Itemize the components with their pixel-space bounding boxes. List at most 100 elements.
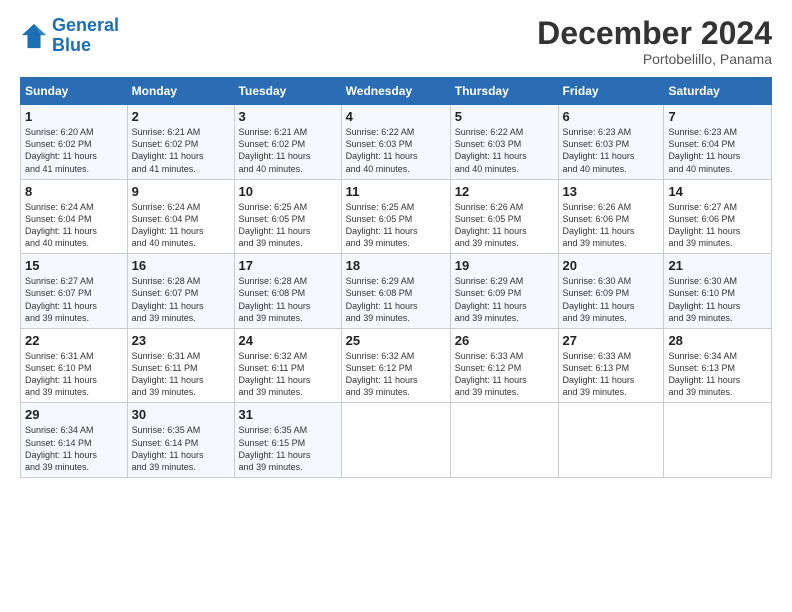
day-info: Sunrise: 6:32 AM Sunset: 6:12 PM Dayligh… bbox=[346, 350, 446, 399]
calendar-cell: 20 Sunrise: 6:30 AM Sunset: 6:09 PM Dayli… bbox=[558, 254, 664, 329]
week-row-5: 29 Sunrise: 6:34 AM Sunset: 6:14 PM Dayli… bbox=[21, 403, 772, 478]
day-info: Sunrise: 6:27 AM Sunset: 6:07 PM Dayligh… bbox=[25, 275, 123, 324]
day-info: Sunrise: 6:34 AM Sunset: 6:13 PM Dayligh… bbox=[668, 350, 767, 399]
calendar-cell: 25 Sunrise: 6:32 AM Sunset: 6:12 PM Dayli… bbox=[341, 328, 450, 403]
day-number: 3 bbox=[239, 109, 337, 124]
day-number: 30 bbox=[132, 407, 230, 422]
day-number: 25 bbox=[346, 333, 446, 348]
calendar-cell: 19 Sunrise: 6:29 AM Sunset: 6:09 PM Dayli… bbox=[450, 254, 558, 329]
calendar-cell: 29 Sunrise: 6:34 AM Sunset: 6:14 PM Dayli… bbox=[21, 403, 128, 478]
location: Portobelillo, Panama bbox=[537, 51, 772, 67]
calendar-cell: 4 Sunrise: 6:22 AM Sunset: 6:03 PM Daylig… bbox=[341, 105, 450, 180]
day-number: 10 bbox=[239, 184, 337, 199]
day-info: Sunrise: 6:29 AM Sunset: 6:08 PM Dayligh… bbox=[346, 275, 446, 324]
day-number: 6 bbox=[563, 109, 660, 124]
logo: General Blue bbox=[20, 16, 119, 56]
day-info: Sunrise: 6:22 AM Sunset: 6:03 PM Dayligh… bbox=[346, 126, 446, 175]
week-row-1: 1 Sunrise: 6:20 AM Sunset: 6:02 PM Daylig… bbox=[21, 105, 772, 180]
calendar-cell: 16 Sunrise: 6:28 AM Sunset: 6:07 PM Dayli… bbox=[127, 254, 234, 329]
day-number: 15 bbox=[25, 258, 123, 273]
calendar-cell bbox=[341, 403, 450, 478]
calendar-table: SundayMondayTuesdayWednesdayThursdayFrid… bbox=[20, 77, 772, 478]
month-title: December 2024 bbox=[537, 16, 772, 51]
calendar-cell bbox=[664, 403, 772, 478]
calendar-cell: 31Sunrise: 6:35 AM Sunset: 6:15 PM Dayli… bbox=[234, 403, 341, 478]
day-number: 13 bbox=[563, 184, 660, 199]
title-block: December 2024 Portobelillo, Panama bbox=[537, 16, 772, 67]
day-number: 4 bbox=[346, 109, 446, 124]
day-number: 7 bbox=[668, 109, 767, 124]
calendar-page: General Blue December 2024 Portobelillo,… bbox=[0, 0, 792, 612]
day-info: Sunrise: 6:24 AM Sunset: 6:04 PM Dayligh… bbox=[132, 201, 230, 250]
calendar-cell: 10 Sunrise: 6:25 AM Sunset: 6:05 PM Dayli… bbox=[234, 179, 341, 254]
calendar-cell: 15 Sunrise: 6:27 AM Sunset: 6:07 PM Dayli… bbox=[21, 254, 128, 329]
week-row-3: 15 Sunrise: 6:27 AM Sunset: 6:07 PM Dayli… bbox=[21, 254, 772, 329]
logo-text: General Blue bbox=[52, 16, 119, 56]
calendar-cell: 6 Sunrise: 6:23 AM Sunset: 6:03 PM Daylig… bbox=[558, 105, 664, 180]
day-info: Sunrise: 6:27 AM Sunset: 6:06 PM Dayligh… bbox=[668, 201, 767, 250]
day-number: 19 bbox=[455, 258, 554, 273]
day-number: 18 bbox=[346, 258, 446, 273]
calendar-cell: 2 Sunrise: 6:21 AM Sunset: 6:02 PM Daylig… bbox=[127, 105, 234, 180]
day-number: 29 bbox=[25, 407, 123, 422]
calendar-cell: 22 Sunrise: 6:31 AM Sunset: 6:10 PM Dayli… bbox=[21, 328, 128, 403]
calendar-cell: 14 Sunrise: 6:27 AM Sunset: 6:06 PM Dayli… bbox=[664, 179, 772, 254]
day-number: 1 bbox=[25, 109, 123, 124]
day-info: Sunrise: 6:20 AM Sunset: 6:02 PM Dayligh… bbox=[25, 126, 123, 175]
calendar-cell: 24Sunrise: 6:32 AM Sunset: 6:11 PM Dayli… bbox=[234, 328, 341, 403]
day-info: Sunrise: 6:28 AM Sunset: 6:08 PM Dayligh… bbox=[239, 275, 337, 324]
day-number: 2 bbox=[132, 109, 230, 124]
day-number: 21 bbox=[668, 258, 767, 273]
day-info: Sunrise: 6:21 AM Sunset: 6:02 PM Dayligh… bbox=[132, 126, 230, 175]
day-info: Sunrise: 6:24 AM Sunset: 6:04 PM Dayligh… bbox=[25, 201, 123, 250]
day-info: Sunrise: 6:25 AM Sunset: 6:05 PM Dayligh… bbox=[239, 201, 337, 250]
day-info: Sunrise: 6:21 AM Sunset: 6:02 PM Dayligh… bbox=[239, 126, 337, 175]
day-info: Sunrise: 6:29 AM Sunset: 6:09 PM Dayligh… bbox=[455, 275, 554, 324]
day-number: 20 bbox=[563, 258, 660, 273]
calendar-cell: 17Sunrise: 6:28 AM Sunset: 6:08 PM Dayli… bbox=[234, 254, 341, 329]
day-number: 16 bbox=[132, 258, 230, 273]
day-info: Sunrise: 6:33 AM Sunset: 6:12 PM Dayligh… bbox=[455, 350, 554, 399]
col-header-thursday: Thursday bbox=[450, 78, 558, 105]
calendar-cell: 18 Sunrise: 6:29 AM Sunset: 6:08 PM Dayli… bbox=[341, 254, 450, 329]
day-info: Sunrise: 6:22 AM Sunset: 6:03 PM Dayligh… bbox=[455, 126, 554, 175]
calendar-cell: 21Sunrise: 6:30 AM Sunset: 6:10 PM Dayli… bbox=[664, 254, 772, 329]
calendar-cell: 7 Sunrise: 6:23 AM Sunset: 6:04 PM Daylig… bbox=[664, 105, 772, 180]
col-header-monday: Monday bbox=[127, 78, 234, 105]
day-info: Sunrise: 6:26 AM Sunset: 6:05 PM Dayligh… bbox=[455, 201, 554, 250]
calendar-cell: 26Sunrise: 6:33 AM Sunset: 6:12 PM Dayli… bbox=[450, 328, 558, 403]
day-info: Sunrise: 6:25 AM Sunset: 6:05 PM Dayligh… bbox=[346, 201, 446, 250]
calendar-cell: 9Sunrise: 6:24 AM Sunset: 6:04 PM Daylig… bbox=[127, 179, 234, 254]
day-number: 23 bbox=[132, 333, 230, 348]
week-row-4: 22 Sunrise: 6:31 AM Sunset: 6:10 PM Dayli… bbox=[21, 328, 772, 403]
calendar-cell: 30 Sunrise: 6:35 AM Sunset: 6:14 PM Dayli… bbox=[127, 403, 234, 478]
day-number: 22 bbox=[25, 333, 123, 348]
calendar-cell: 3 Sunrise: 6:21 AM Sunset: 6:02 PM Daylig… bbox=[234, 105, 341, 180]
col-header-wednesday: Wednesday bbox=[341, 78, 450, 105]
day-number: 14 bbox=[668, 184, 767, 199]
calendar-cell: 8 Sunrise: 6:24 AM Sunset: 6:04 PM Daylig… bbox=[21, 179, 128, 254]
day-info: Sunrise: 6:31 AM Sunset: 6:11 PM Dayligh… bbox=[132, 350, 230, 399]
day-info: Sunrise: 6:30 AM Sunset: 6:09 PM Dayligh… bbox=[563, 275, 660, 324]
calendar-cell: 11Sunrise: 6:25 AM Sunset: 6:05 PM Dayli… bbox=[341, 179, 450, 254]
calendar-cell: 27Sunrise: 6:33 AM Sunset: 6:13 PM Dayli… bbox=[558, 328, 664, 403]
col-header-saturday: Saturday bbox=[664, 78, 772, 105]
calendar-cell: 1 Sunrise: 6:20 AM Sunset: 6:02 PM Daylig… bbox=[21, 105, 128, 180]
day-info: Sunrise: 6:35 AM Sunset: 6:15 PM Dayligh… bbox=[239, 424, 337, 473]
header-row: SundayMondayTuesdayWednesdayThursdayFrid… bbox=[21, 78, 772, 105]
calendar-cell: 5Sunrise: 6:22 AM Sunset: 6:03 PM Daylig… bbox=[450, 105, 558, 180]
day-info: Sunrise: 6:31 AM Sunset: 6:10 PM Dayligh… bbox=[25, 350, 123, 399]
day-number: 24 bbox=[239, 333, 337, 348]
day-info: Sunrise: 6:35 AM Sunset: 6:14 PM Dayligh… bbox=[132, 424, 230, 473]
day-info: Sunrise: 6:23 AM Sunset: 6:03 PM Dayligh… bbox=[563, 126, 660, 175]
day-info: Sunrise: 6:34 AM Sunset: 6:14 PM Dayligh… bbox=[25, 424, 123, 473]
calendar-cell bbox=[450, 403, 558, 478]
day-number: 27 bbox=[563, 333, 660, 348]
day-number: 8 bbox=[25, 184, 123, 199]
calendar-cell: 12Sunrise: 6:26 AM Sunset: 6:05 PM Dayli… bbox=[450, 179, 558, 254]
calendar-cell: 13Sunrise: 6:26 AM Sunset: 6:06 PM Dayli… bbox=[558, 179, 664, 254]
day-info: Sunrise: 6:28 AM Sunset: 6:07 PM Dayligh… bbox=[132, 275, 230, 324]
calendar-cell bbox=[558, 403, 664, 478]
day-info: Sunrise: 6:23 AM Sunset: 6:04 PM Dayligh… bbox=[668, 126, 767, 175]
week-row-2: 8 Sunrise: 6:24 AM Sunset: 6:04 PM Daylig… bbox=[21, 179, 772, 254]
